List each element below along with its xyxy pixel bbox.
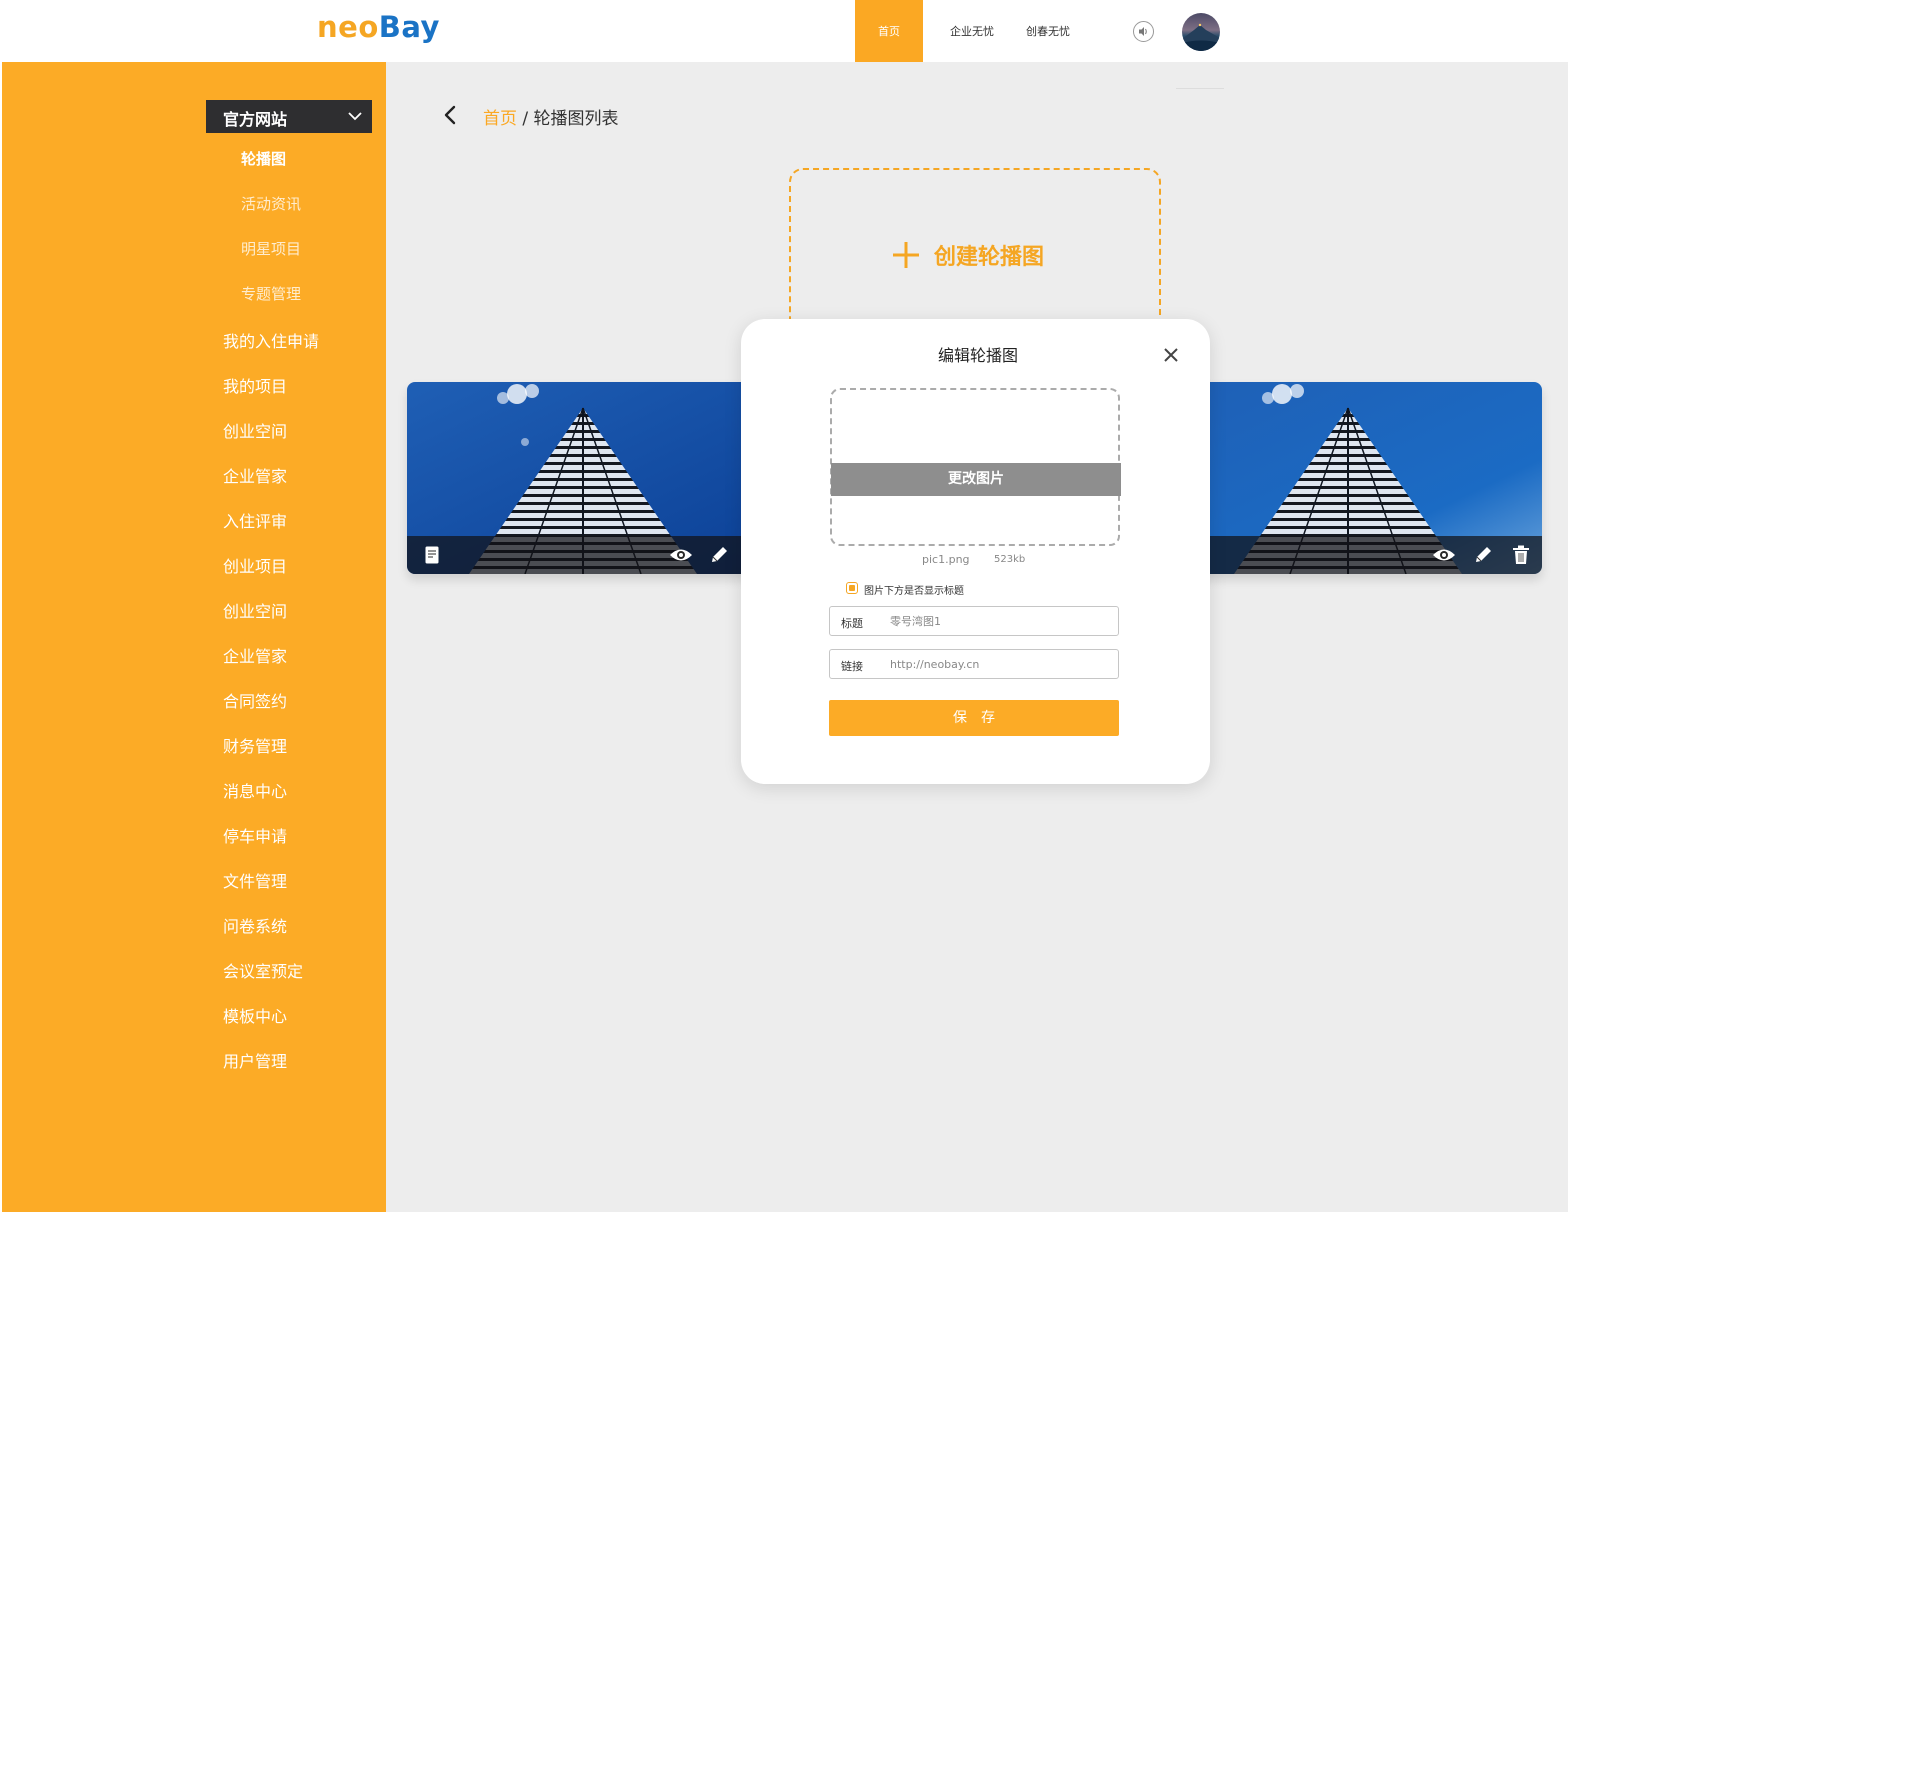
sidebar-item-enterprise-butler[interactable]: 企业管家 [223,463,287,487]
sidebar-item-templates[interactable]: 模板中心 [223,1003,287,1027]
trash-icon[interactable] [1512,545,1530,565]
sidebar-item-startup-projects[interactable]: 创业项目 [223,553,287,577]
sidebar-section-official-site[interactable]: 官方网站 [206,100,372,133]
title-field[interactable]: 标题 [829,606,1119,636]
create-carousel-button[interactable]: 创建轮播图 [892,239,1044,271]
file-size: 523kb [994,554,1026,565]
sidebar-section-label: 官方网站 [223,110,288,129]
pencil-icon[interactable] [709,545,729,565]
nav-tab-home[interactable]: 首页 [855,0,923,62]
eye-icon[interactable] [1432,546,1456,564]
sidebar-item-users[interactable]: 用户管理 [223,1048,287,1072]
breadcrumb: 首页 / 轮播图列表 [483,104,619,129]
sidebar-item-parking[interactable]: 停车申请 [223,823,287,847]
sidebar-subitem-star-projects[interactable]: 明星项目 [241,238,301,259]
file-name: pic1.png [922,553,970,566]
sidebar-item-my-projects[interactable]: 我的项目 [223,373,287,397]
edit-carousel-dialog: 编辑轮播图 更改图片 pic1.png 523kb 图片下方是否显示标题 标题 … [741,319,1210,784]
breadcrumb-current: 轮播图列表 [533,109,619,129]
sidebar-item-my-application[interactable]: 我的入住申请 [223,328,319,352]
sidebar [2,62,386,1212]
neobay-logo[interactable]: neoBay [317,10,440,44]
breadcrumb-home[interactable]: 首页 [483,109,517,129]
sidebar-item-surveys[interactable]: 问卷系统 [223,913,287,937]
speaker-icon[interactable] [1133,21,1154,42]
link-input[interactable] [890,656,1110,672]
breadcrumb-separator: / [522,109,529,129]
sidebar-item-messages[interactable]: 消息中心 [223,778,287,802]
link-field-label: 链接 [841,660,863,673]
plus-icon [893,242,919,268]
back-arrow-icon[interactable] [441,104,461,126]
save-button[interactable]: 保 存 [829,700,1119,736]
user-avatar[interactable] [1182,13,1220,51]
logo-part-neo: neo [317,10,379,44]
pencil-icon[interactable] [1473,545,1493,565]
change-image-button[interactable]: 更改图片 [831,463,1121,496]
title-input[interactable] [890,613,1110,629]
title-field-label: 标题 [841,617,863,630]
close-icon[interactable] [1163,347,1179,363]
eye-icon[interactable] [669,546,693,564]
top-header: neoBay 首页 企业无忧 创春无忧 [0,0,1568,62]
logo-part-bay: Bay [378,10,440,44]
chevron-down-icon [348,112,362,121]
nav-tab-chuangchun[interactable]: 创春无忧 [1016,0,1080,62]
sidebar-subitem-carousel[interactable]: 轮播图 [241,148,286,169]
show-title-label: 图片下方是否显示标题 [864,586,964,597]
sidebar-subitem-activity-news[interactable]: 活动资讯 [241,193,301,214]
sidebar-item-finance[interactable]: 财务管理 [223,733,287,757]
sidebar-item-startup-space-2[interactable]: 创业空间 [223,598,287,622]
image-upload-area[interactable]: 更改图片 [830,388,1121,546]
create-carousel-label: 创建轮播图 [934,245,1045,270]
sidebar-subitem-topic-management[interactable]: 专题管理 [241,283,301,304]
show-title-checkbox[interactable] [846,582,858,594]
nav-tab-enterprise[interactable]: 企业无忧 [940,0,1004,62]
sidebar-item-files[interactable]: 文件管理 [223,868,287,892]
sidebar-item-entry-review[interactable]: 入住评审 [223,508,287,532]
sidebar-item-startup-space[interactable]: 创业空间 [223,418,287,442]
sidebar-item-contracts[interactable]: 合同签约 [223,688,287,712]
sidebar-item-enterprise-butler-2[interactable]: 企业管家 [223,643,287,667]
link-field[interactable]: 链接 [829,649,1119,679]
divider [1176,88,1224,89]
document-icon[interactable] [425,546,439,564]
sidebar-item-meeting-room[interactable]: 会议室预定 [223,958,303,982]
dialog-title: 编辑轮播图 [937,346,1018,365]
